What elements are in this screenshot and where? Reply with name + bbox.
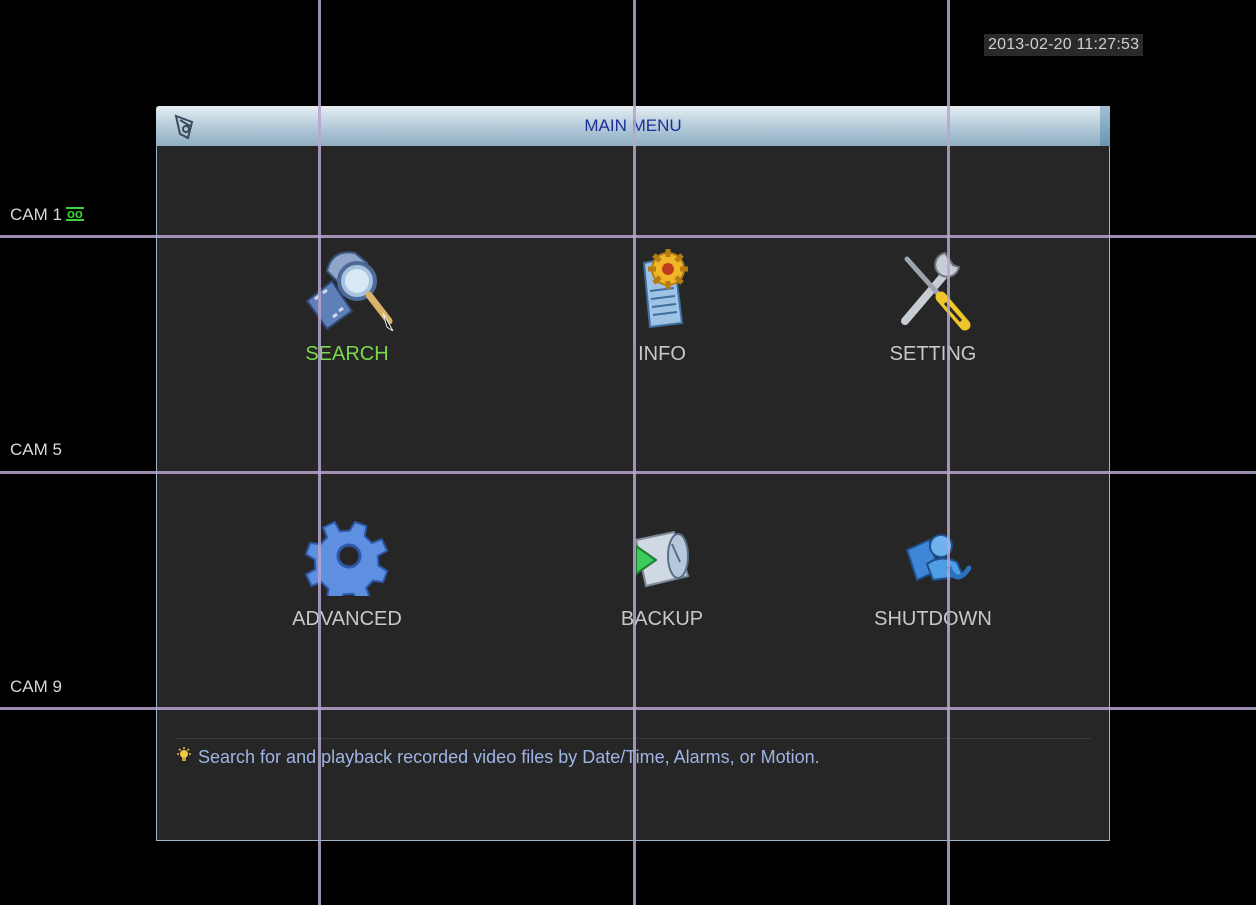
menu-title: MAIN MENU (584, 116, 682, 135)
datetime-display: 2013-02-20 11:27:53 (984, 34, 1144, 56)
menu-label-backup: BACKUP (620, 608, 704, 630)
recording-indicator-icon: oo (65, 206, 84, 221)
menu-label-info: INFO (638, 343, 686, 365)
camera-label-cam1: CAM 1 oo (10, 205, 84, 225)
camera-name: CAM 1 (10, 205, 62, 224)
advanced-gear-icon (304, 520, 389, 596)
shutdown-icon (905, 534, 972, 582)
titlebar-edge (1100, 106, 1110, 146)
lightbulb-icon (177, 747, 191, 761)
menu-label-search: SEARCH (305, 343, 389, 365)
menu-item-backup[interactable]: BACKUP (562, 516, 762, 631)
main-menu-window: MAIN MENU SEARCH INFO SETTING ADVANCED B… (156, 106, 1110, 841)
setting-icon (901, 251, 971, 331)
menu-item-shutdown[interactable]: SHUTDOWN (833, 516, 1033, 631)
menu-item-advanced[interactable]: ADVANCED (247, 516, 447, 631)
backup-icon (634, 530, 690, 588)
info-icon (642, 249, 688, 329)
search-icon (305, 251, 394, 331)
menu-item-search[interactable]: SEARCH (247, 241, 447, 366)
menu-label-advanced: ADVANCED (292, 608, 402, 630)
menu-item-setting[interactable]: SETTING (833, 241, 1033, 366)
hint-text: Search for and playback recorded video f… (198, 747, 820, 767)
menu-item-info[interactable]: INFO (562, 241, 762, 366)
menu-label-shutdown: SHUTDOWN (874, 608, 992, 630)
menu-titlebar: MAIN MENU (156, 106, 1110, 146)
menu-label-setting: SETTING (889, 343, 977, 365)
dvr-screen: 2013-02-20 11:27:53 CAM 1 oo CAM 5 CAM 9 … (0, 0, 1256, 905)
menu-body: SEARCH INFO SETTING ADVANCED BACKUP SHUT… (156, 146, 1110, 841)
camera-label-cam9: CAM 9 (10, 677, 62, 696)
camera-label-cam5: CAM 5 (10, 440, 62, 459)
hint-bar: Search for and playback recorded video f… (175, 738, 1091, 768)
